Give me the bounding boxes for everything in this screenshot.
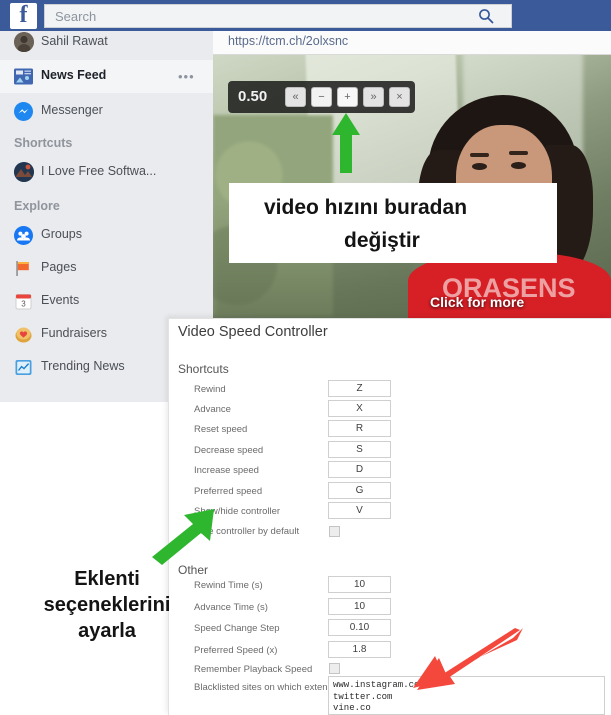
field-input-speed-change-step[interactable]: 0.10 <box>328 619 391 636</box>
sidebar-item-label: Fundraisers <box>41 326 107 340</box>
sidebar-item-groups[interactable]: Groups <box>0 219 213 252</box>
annotation-top-line1: video hızını buradan <box>264 196 468 219</box>
sidebar-item-label: Pages <box>41 260 77 274</box>
field-input-decrease-speed[interactable]: S <box>328 441 391 458</box>
annotation-bottom-line3: ayarla <box>78 620 136 642</box>
heart-jar-icon <box>14 325 33 344</box>
search-input[interactable] <box>44 4 512 28</box>
sidebar-item-i-love-free-software[interactable]: I Love Free Softwa... <box>0 156 213 189</box>
green-arrow-up-right <box>152 509 214 565</box>
field-label-preferred-speed: Preferred speed <box>194 486 263 497</box>
search-placeholder-text: Search <box>55 9 97 24</box>
close-controller-button[interactable]: × <box>389 87 410 107</box>
annotation-bottom-line2: seçeneklerini <box>43 594 171 616</box>
page-avatar-icon <box>14 162 34 182</box>
field-label-speed-change-step: Speed Change Step <box>194 623 280 634</box>
sidebar-heading-shortcuts: Shortcuts <box>14 136 73 150</box>
field-input-reset-speed[interactable]: R <box>328 420 391 437</box>
green-arrow-up <box>332 113 360 173</box>
sidebar-item-label: Trending News <box>41 359 125 373</box>
profile-name: Sahil Rawat <box>41 34 108 48</box>
field-input-preferred-speed[interactable]: G <box>328 482 391 499</box>
field-input-rewind-time[interactable]: 10 <box>328 576 391 593</box>
field-input-advance-time[interactable]: 10 <box>328 598 391 615</box>
groups-icon <box>14 226 33 245</box>
messenger-icon <box>14 102 33 121</box>
increase-speed-button[interactable]: + <box>337 87 358 107</box>
section-heading-shortcuts: Shortcuts <box>178 362 229 376</box>
flag-icon <box>14 259 33 278</box>
news-feed-icon <box>14 67 33 86</box>
svg-text:3: 3 <box>21 300 26 309</box>
sidebar-item-label: News Feed <box>41 68 107 82</box>
field-label-decrease-speed: Decrease speed <box>194 445 264 456</box>
click-for-more-label[interactable]: Click for more <box>430 294 524 310</box>
field-label-preferred-speed-x: Preferred Speed (x) <box>194 645 278 656</box>
panel-title: Video Speed Controller <box>178 324 328 340</box>
decrease-speed-button[interactable]: − <box>311 87 332 107</box>
user-avatar <box>14 32 34 52</box>
rewind-button[interactable]: « <box>285 87 306 107</box>
sidebar-item-news-feed[interactable]: News Feed ••• <box>0 60 213 93</box>
sidebar-item-pages[interactable]: Pages <box>0 252 213 285</box>
annotation-bottom: Eklenti seçeneklerini ayarla <box>24 566 190 644</box>
video-url[interactable]: https://tcm.ch/2olxsnc <box>228 34 348 48</box>
sidebar-item-label: Events <box>41 293 80 307</box>
field-input-advance[interactable]: X <box>328 400 391 417</box>
field-input-rewind[interactable]: Z <box>328 380 391 397</box>
field-label-remember-playback-speed: Remember Playback Speed <box>194 664 313 675</box>
sidebar-heading-explore: Explore <box>14 199 60 213</box>
red-arrow-down-left <box>413 628 523 690</box>
trending-chart-icon <box>14 358 33 377</box>
field-label-increase-speed: Increase speed <box>194 465 259 476</box>
field-input-show-hide-controller[interactable]: V <box>328 502 391 519</box>
field-label-rewind-time: Rewind Time (s) <box>194 580 263 591</box>
news-feed-more-icon[interactable]: ••• <box>178 70 195 83</box>
checkbox-remember-playback-speed[interactable] <box>329 663 340 674</box>
field-label-advance: Advance <box>194 404 231 415</box>
sidebar-item-label: I Love Free Softwa... <box>41 164 157 178</box>
sidebar-item-profile[interactable]: Sahil Rawat <box>0 26 213 59</box>
screenshot-root: f Search Sahil Rawat News Feed ••• Messe… <box>0 0 611 715</box>
calendar-icon: 3 <box>14 292 33 311</box>
search-icon[interactable] <box>478 8 494 24</box>
annotation-bottom-line1: Eklenti <box>74 568 140 590</box>
field-input-increase-speed[interactable]: D <box>328 461 391 478</box>
field-label-reset-speed: Reset speed <box>194 424 248 435</box>
field-label-rewind: Rewind <box>194 384 226 395</box>
current-speed-value: 0.50 <box>238 88 268 105</box>
sidebar-item-messenger[interactable]: Messenger <box>0 95 213 128</box>
field-input-preferred-speed-x[interactable]: 1.8 <box>328 641 391 658</box>
sidebar-item-label: Groups <box>41 227 82 241</box>
advance-button[interactable]: » <box>363 87 384 107</box>
sidebar-item-label: Messenger <box>41 103 103 117</box>
checkbox-hide-controller-by-default[interactable] <box>329 526 340 537</box>
sidebar-item-events[interactable]: 3 Events <box>0 285 213 318</box>
field-label-advance-time: Advance Time (s) <box>194 602 268 613</box>
annotation-top-line2: değiştir <box>344 229 420 252</box>
